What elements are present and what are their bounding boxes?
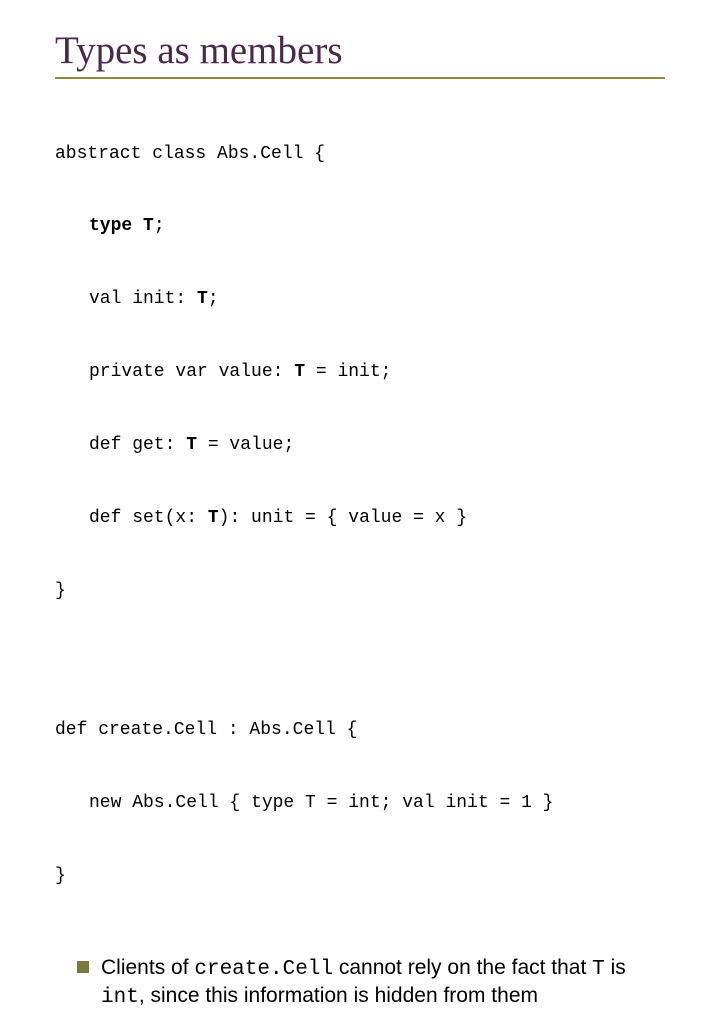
page-title: Types as members bbox=[55, 28, 665, 79]
code-line: val init: T; bbox=[55, 287, 665, 311]
bullet-square-icon bbox=[77, 961, 89, 973]
code-line: def create.Cell : Abs.Cell { bbox=[55, 718, 665, 742]
code-line: def get: T = value; bbox=[55, 433, 665, 457]
code-line: } bbox=[55, 579, 665, 603]
bullet-text: Clients of create.Cell cannot rely on th… bbox=[101, 955, 665, 1012]
code-block-1: abstract class Abs.Cell { type T; val in… bbox=[55, 93, 665, 652]
bullet-item: Clients of create.Cell cannot rely on th… bbox=[55, 955, 665, 1012]
code-line: } bbox=[55, 864, 665, 888]
code-line: def set(x: T): unit = { value = x } bbox=[55, 506, 665, 530]
code-line: private var value: T = init; bbox=[55, 360, 665, 384]
code-line: new Abs.Cell { type T = int; val init = … bbox=[55, 791, 665, 815]
code-block-2: def create.Cell : Abs.Cell { new Abs.Cel… bbox=[55, 670, 665, 937]
code-line: abstract class Abs.Cell { bbox=[55, 142, 665, 166]
code-line: type T; bbox=[55, 214, 665, 238]
